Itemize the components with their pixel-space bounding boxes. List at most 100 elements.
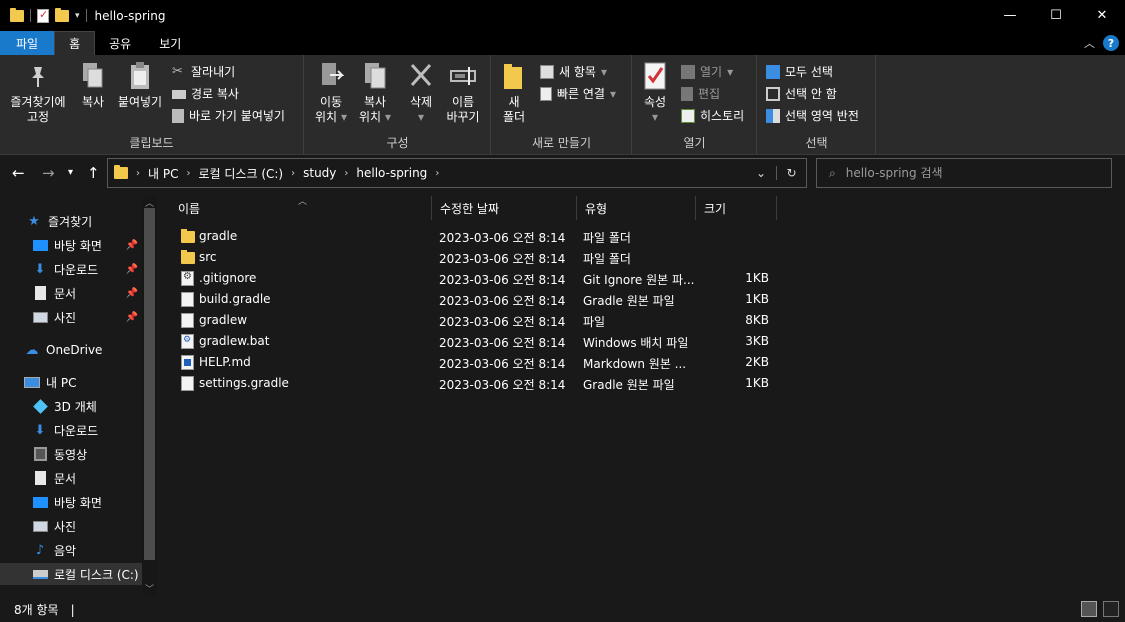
open-button[interactable]: 열기 ▾ <box>681 63 733 80</box>
sidebar-item-quick-access[interactable]: ★ 즐겨찾기 <box>0 210 142 232</box>
file-row[interactable]: build.gradle 2023-03-06 오전 8:14 Gradle 원… <box>170 289 780 310</box>
crumb-separator-icon[interactable]: › <box>344 168 348 179</box>
copy-path-button[interactable]: 경로 복사 <box>172 85 239 102</box>
edit-button[interactable]: 편집 <box>681 85 720 102</box>
sidebar-item-music[interactable]: ♪ 음악 <box>0 539 142 561</box>
copy-to-label-line1: 복사 <box>363 95 387 109</box>
file-row[interactable]: gradle 2023-03-06 오전 8:14 파일 폴더 <box>170 226 780 247</box>
pin-icon[interactable]: 📌 <box>126 240 138 251</box>
new-item-button[interactable]: 새 항목 ▾ <box>540 63 607 80</box>
breadcrumb-my-pc[interactable]: 내 PC <box>148 165 178 182</box>
sidebar-item-downloads[interactable]: ⬇ 다운로드 <box>0 419 142 441</box>
tab-share[interactable]: 공유 <box>95 31 145 55</box>
crumb-separator-icon[interactable]: › <box>136 168 140 179</box>
search-box[interactable]: ⌕ <box>816 158 1112 188</box>
sidebar-item-label: OneDrive <box>46 343 103 357</box>
scrollbar-thumb[interactable] <box>144 208 155 560</box>
cloud-icon: ☁ <box>25 342 39 358</box>
file-row[interactable]: gradlew 2023-03-06 오전 8:14 파일 8KB <box>170 310 780 331</box>
large-icons-view-icon[interactable] <box>1103 601 1119 617</box>
crumb-separator-icon[interactable]: › <box>435 168 439 179</box>
pin-icon[interactable]: 📌 <box>126 288 138 299</box>
rename-button[interactable]: 이름 바꾸기 <box>443 61 483 125</box>
properties-dropdown-icon[interactable]: ▾ <box>652 110 658 125</box>
tab-file[interactable]: 파일 <box>0 31 55 55</box>
new-folder-icon[interactable] <box>55 7 69 22</box>
easy-access-button[interactable]: 빠른 연결 ▾ <box>540 85 616 102</box>
tab-home[interactable]: 홈 <box>54 31 96 55</box>
new-folder-label-line1: 새 <box>508 95 520 109</box>
paste-label: 붙여넣기 <box>117 95 163 109</box>
pin-icon[interactable]: 📌 <box>126 264 138 275</box>
pin-icon[interactable]: 📌 <box>126 312 138 323</box>
pin-to-quick-access-button[interactable]: 즐겨찾기에 고정 <box>6 61 70 125</box>
customize-toolbar-arrow-icon[interactable]: ▾ <box>75 11 80 21</box>
delete-x-icon <box>407 61 435 91</box>
column-header-type[interactable]: 유형 <box>577 196 696 220</box>
sidebar-item-pictures-pinned[interactable]: 사진 📌 <box>0 306 142 328</box>
minimize-button[interactable]: — <box>987 0 1033 31</box>
back-arrow-icon[interactable]: ← <box>12 164 25 182</box>
properties-icon[interactable] <box>37 8 49 23</box>
crumb-separator-icon[interactable]: › <box>186 168 190 179</box>
delete-label: 삭제 <box>409 95 433 109</box>
refresh-icon[interactable]: ↻ <box>776 166 806 180</box>
history-button[interactable]: 히스토리 <box>681 107 744 124</box>
sidebar-item-desktop-pinned[interactable]: 바탕 화면 📌 <box>0 234 142 256</box>
address-history-chevron-icon[interactable]: ⌄ <box>746 166 776 180</box>
navigation-scrollbar[interactable]: ︿ ﹀ <box>142 196 157 596</box>
column-header-size[interactable]: 크기 <box>696 196 777 220</box>
collapse-ribbon-chevron-icon[interactable]: ︿ <box>1084 35 1095 51</box>
file-row[interactable]: settings.gradle 2023-03-06 오전 8:14 Gradl… <box>170 373 780 394</box>
new-group-label: 새로 만들기 <box>531 136 591 150</box>
sidebar-item-pictures[interactable]: 사진 <box>0 515 142 537</box>
cut-button[interactable]: ✂ 잘라내기 <box>172 63 235 80</box>
properties-button[interactable]: 속성 ▾ <box>639 61 671 125</box>
breadcrumb-hello-spring[interactable]: hello-spring <box>356 166 427 180</box>
sidebar-item-documents[interactable]: 문서 <box>0 467 142 489</box>
scroll-down-icon[interactable]: ﹀ <box>145 582 154 595</box>
tab-view[interactable]: 보기 <box>145 31 195 55</box>
sidebar-item-this-pc[interactable]: 내 PC <box>0 371 142 393</box>
paste-shortcut-button[interactable]: 바로 가기 붙여넣기 <box>172 107 285 124</box>
recent-locations-chevron-icon[interactable]: ▾ <box>68 167 73 178</box>
close-button[interactable]: ✕ <box>1079 0 1125 31</box>
copy-to-button[interactable]: 복사 위치 ▾ <box>355 61 395 125</box>
select-none-button[interactable]: 선택 안 함 <box>766 85 837 102</box>
maximize-button[interactable]: ☐ <box>1033 0 1079 31</box>
sidebar-item-videos[interactable]: 동영상 <box>0 443 142 465</box>
copy-button[interactable]: 복사 <box>76 61 110 110</box>
crumb-separator-icon[interactable]: › <box>291 168 295 179</box>
search-input[interactable] <box>845 166 1086 180</box>
delete-dropdown-icon[interactable]: ▾ <box>418 110 424 125</box>
select-all-button[interactable]: 모두 선택 <box>766 63 833 80</box>
file-row[interactable]: gradlew.bat 2023-03-06 오전 8:14 Windows 배… <box>170 331 780 352</box>
sidebar-item-documents-pinned[interactable]: 문서 📌 <box>0 282 142 304</box>
file-row[interactable]: .gitignore 2023-03-06 오전 8:14 Git Ignore… <box>170 268 780 289</box>
column-header-date[interactable]: 수정한 날짜 <box>432 196 577 220</box>
file-type: Gradle 원본 파일 <box>583 378 675 392</box>
star-icon: ★ <box>28 213 40 229</box>
sidebar-item-label: 다운로드 <box>54 423 99 438</box>
invert-selection-button[interactable]: 선택 영역 반전 <box>766 107 859 124</box>
new-folder-button[interactable]: 새 폴더 <box>498 61 530 125</box>
organize-group: 이동 위치 ▾ 복사 위치 ▾ 삭제 ▾ 이름 바꾸기 구성 <box>305 55 491 155</box>
delete-button[interactable]: 삭제 ▾ <box>403 61 439 125</box>
help-icon[interactable]: ? <box>1103 35 1119 51</box>
details-view-icon[interactable] <box>1081 601 1097 617</box>
move-to-button[interactable]: 이동 위치 ▾ <box>311 61 351 125</box>
column-header-name[interactable]: 이름 ︿ <box>170 196 432 220</box>
sidebar-item-3d-objects[interactable]: 3D 개체 <box>0 395 142 417</box>
breadcrumb-local-disk[interactable]: 로컬 디스크 (C:) <box>198 165 283 182</box>
forward-arrow-icon[interactable]: → <box>42 164 55 182</box>
address-bar[interactable]: › 내 PC › 로컬 디스크 (C:) › study › hello-spr… <box>107 158 807 188</box>
sidebar-item-onedrive[interactable]: ☁ OneDrive <box>0 339 142 361</box>
breadcrumb-study[interactable]: study <box>303 166 336 180</box>
paste-button[interactable]: 붙여넣기 <box>114 61 166 110</box>
sidebar-item-downloads-pinned[interactable]: ⬇ 다운로드 📌 <box>0 258 142 280</box>
sidebar-item-local-disk[interactable]: 로컬 디스크 (C:) <box>0 563 142 585</box>
up-arrow-icon[interactable]: ↑ <box>87 164 100 182</box>
file-row[interactable]: src 2023-03-06 오전 8:14 파일 폴더 <box>170 247 780 268</box>
file-row[interactable]: HELP.md 2023-03-06 오전 8:14 Markdown 원본 .… <box>170 352 780 373</box>
sidebar-item-desktop[interactable]: 바탕 화면 <box>0 491 142 513</box>
